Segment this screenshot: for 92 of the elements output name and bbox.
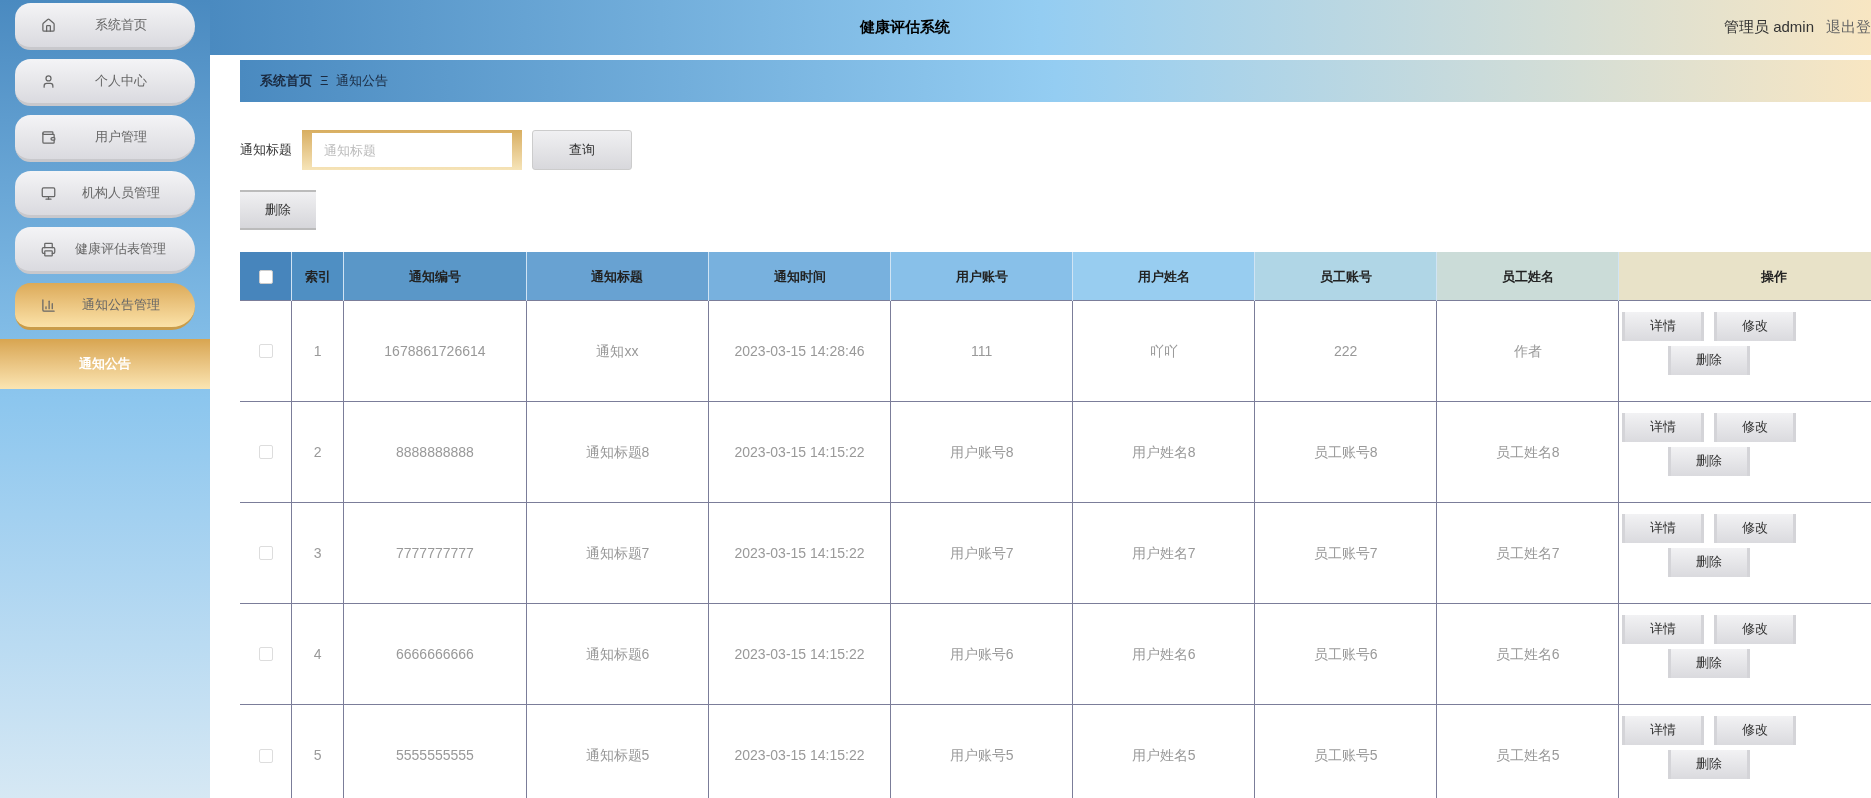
action-button[interactable]: 修改	[1714, 715, 1797, 745]
table-cell: 4	[313, 645, 322, 662]
action-button[interactable]: 详情	[1622, 614, 1705, 644]
column-header: 通知标题	[591, 268, 644, 284]
search-button[interactable]: 查询	[532, 130, 632, 170]
column-header: 用户账号	[955, 268, 1008, 284]
action-button[interactable]: 修改	[1714, 412, 1797, 442]
table-cell: 2023-03-15 14:15:22	[734, 746, 865, 763]
user-icon	[41, 73, 56, 89]
table-cell: 用户姓名7	[1131, 544, 1196, 561]
search-field[interactable]: 通知标题	[302, 130, 522, 170]
table-cell: 1	[313, 342, 322, 359]
column-header: 通知时间	[773, 268, 826, 284]
column-header: 操作	[1761, 268, 1788, 284]
action-button[interactable]: 详情	[1622, 513, 1705, 543]
table-cell: 5555555555	[396, 746, 474, 763]
table-cell: 用户账号5	[949, 746, 1014, 763]
row-checkbox[interactable]	[258, 546, 273, 561]
action-button[interactable]: 删除	[1668, 749, 1751, 779]
table-cell: 通知标题8	[585, 443, 650, 460]
table-cell: 6666666666	[396, 645, 474, 662]
table-cell: 用户姓名8	[1131, 443, 1196, 460]
monitor-icon	[41, 185, 56, 201]
table-cell: 通知xx	[596, 342, 639, 359]
table-cell: 2023-03-15 14:15:22	[734, 544, 865, 561]
column-header: 员工账号	[1319, 268, 1372, 284]
row-checkbox[interactable]	[258, 647, 273, 662]
action-button[interactable]: 删除	[1668, 547, 1751, 577]
sidebar-item[interactable]: 健康评估表管理	[15, 227, 195, 274]
table-cell: 员工账号7	[1313, 544, 1378, 561]
row-checkbox[interactable]	[258, 748, 273, 763]
table-cell: 5	[313, 746, 322, 763]
table-cell: 2023-03-15 14:15:22	[734, 443, 865, 460]
column-header: 用户姓名	[1137, 268, 1190, 284]
action-button[interactable]: 删除	[1668, 648, 1751, 678]
admin-label: 管理员 admin	[1723, 17, 1814, 38]
table-cell: 8888888888	[396, 443, 474, 460]
sidebar-item[interactable]: 个人中心	[15, 59, 195, 106]
table-cell: 员工姓名7	[1495, 544, 1560, 561]
sidebar-item[interactable]: 系统首页	[15, 3, 195, 50]
table-cell: 用户账号7	[949, 544, 1014, 561]
column-header: 员工姓名	[1501, 268, 1554, 284]
table-cell: 用户姓名5	[1131, 746, 1196, 763]
table-cell: 用户账号8	[949, 443, 1014, 460]
action-button[interactable]: 修改	[1714, 614, 1797, 644]
breadcrumb-current: 通知公告	[336, 72, 389, 91]
bar-chart-icon	[41, 297, 56, 313]
table-cell: 2023-03-15 14:28:46	[734, 342, 865, 359]
select-all-checkbox[interactable]	[258, 269, 273, 284]
table-cell: 通知标题7	[585, 544, 650, 561]
action-button[interactable]: 详情	[1622, 715, 1705, 745]
action-button[interactable]: 删除	[1668, 345, 1751, 375]
row-checkbox[interactable]	[258, 344, 273, 359]
table-cell: 员工账号5	[1313, 746, 1378, 763]
table-cell: 吖吖	[1149, 342, 1178, 359]
sidebar-item[interactable]: 通知公告管理	[15, 283, 195, 330]
home-icon	[41, 17, 56, 33]
search-label: 通知标题	[240, 141, 292, 160]
action-button[interactable]: 详情	[1622, 412, 1705, 442]
table-cell: 用户姓名6	[1131, 645, 1196, 662]
sidebar-item[interactable]: 机构人员管理	[15, 171, 195, 218]
table-cell: 222	[1333, 342, 1358, 359]
column-header: 索引	[304, 268, 331, 284]
table-cell: 员工账号8	[1313, 443, 1378, 460]
breadcrumb-home[interactable]: 系统首页	[260, 71, 312, 91]
table-cell: 2	[313, 443, 322, 460]
wallet-icon	[41, 129, 56, 145]
app-title: 健康评估系统	[860, 17, 950, 38]
table-cell: 通知标题6	[585, 645, 650, 662]
table-cell: 3	[313, 544, 322, 561]
logout-link[interactable]: 退出登	[1826, 16, 1871, 39]
breadcrumb-separator: Ξ	[320, 72, 329, 91]
table-cell: 员工姓名8	[1495, 443, 1560, 460]
table-cell: 员工姓名5	[1495, 746, 1560, 763]
printer-icon	[41, 241, 56, 257]
table-cell: 2023-03-15 14:15:22	[734, 645, 865, 662]
delete-button[interactable]: 删除	[240, 190, 316, 230]
column-header: 通知编号	[408, 268, 461, 284]
action-button[interactable]: 修改	[1714, 311, 1797, 341]
table-cell: 员工账号6	[1313, 645, 1378, 662]
row-checkbox[interactable]	[258, 445, 273, 460]
table-cell: 通知标题5	[585, 746, 650, 763]
action-button[interactable]: 修改	[1714, 513, 1797, 543]
table-cell: 员工姓名6	[1495, 645, 1560, 662]
sidebar-item[interactable]: 用户管理	[15, 115, 195, 162]
table-cell: 1678861726614	[384, 342, 486, 359]
table-cell: 7777777777	[396, 544, 474, 561]
action-button[interactable]: 删除	[1668, 446, 1751, 476]
table-cell: 111	[970, 342, 993, 359]
table-cell: 用户账号6	[949, 645, 1014, 662]
table-cell: 作者	[1513, 342, 1542, 359]
action-button[interactable]: 详情	[1622, 311, 1705, 341]
